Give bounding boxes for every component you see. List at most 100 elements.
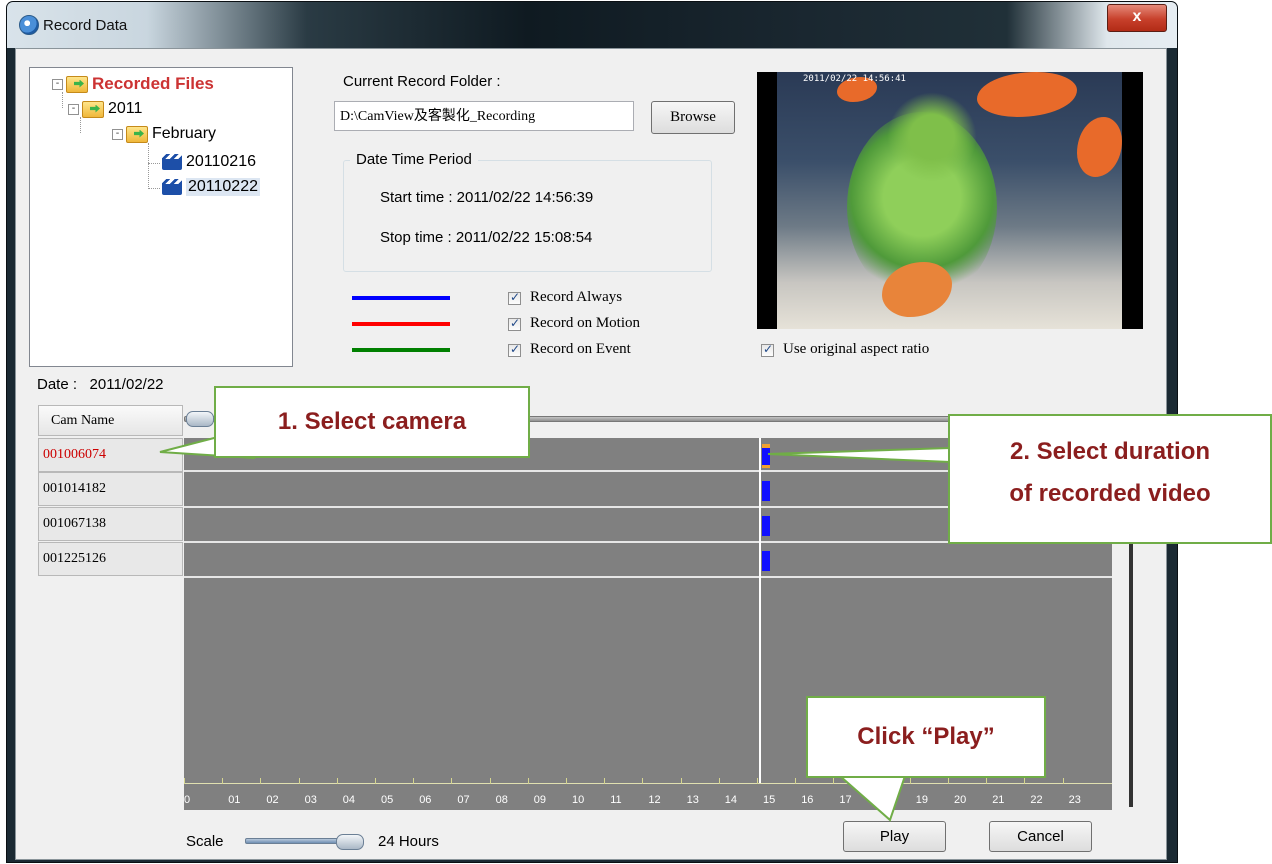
recording-segment[interactable] [762,551,770,571]
camera-row[interactable]: 001067138 [38,507,183,541]
record-always-label: Record Always [530,289,623,305]
camera-row[interactable]: 001006074 [38,438,183,472]
camera-row[interactable]: 001225126 [38,542,183,576]
plant-shape [887,92,977,182]
time-axis [184,783,1112,784]
axis-tick [1062,778,1064,784]
cam-name-header[interactable]: Cam Name [38,405,183,436]
axis-tick-label: 0 [184,794,191,806]
axis-tick-label: 12 [648,794,661,806]
record-always-checkbox[interactable] [508,290,521,305]
axis-tick-label: 15 [763,794,776,806]
camera-row[interactable]: 001014182 [38,472,183,506]
play-button[interactable]: Play [843,821,946,852]
axis-tick-label: 02 [266,794,279,806]
date-time-period-title: Date Time Period [350,151,478,168]
clapperboard-icon [162,154,182,170]
axis-tick [871,778,873,784]
record-on-motion-checkbox[interactable] [508,316,521,331]
scale-value: 24 Hours [378,833,439,850]
collapse-icon[interactable]: - [112,128,123,140]
axis-tick [909,778,911,784]
callout-select-camera: 1. Select camera [214,386,530,458]
axis-tick [566,778,567,784]
axis-tick [222,778,224,784]
fish-shape [977,72,1077,117]
preview-timestamp: 2011/02/22 14:56:41 [803,74,906,84]
axis-tick [1024,778,1026,784]
axis-tick-label: 17 [839,794,852,806]
axis-tick-label: 10 [572,794,585,806]
axis-tick-label: 07 [457,794,470,806]
axis-tick-label: 06 [419,794,432,806]
callout-duration-line1: 2. Select duration [1009,438,1211,465]
timeline-zoom-thumb[interactable] [186,411,214,427]
tree-label: Recorded Files [92,74,214,93]
time-cursor[interactable] [759,438,761,783]
axis-tick-label: 05 [381,794,394,806]
axis-tick [336,778,338,784]
legend-line-motion [352,322,450,326]
axis-tick [833,778,835,784]
axis-tick [260,778,262,784]
axis-tick-label: 19 [915,794,929,806]
axis-tick [642,778,644,784]
record-folder-field[interactable]: D:\CamView及客製化_Recording [334,101,634,131]
legend-line-always [352,296,450,300]
tree-item-day-selected[interactable]: 20110222 [162,178,260,196]
collapse-icon[interactable]: - [52,78,63,90]
collapse-icon[interactable]: - [68,103,79,115]
axis-tick-label: 14 [724,794,738,806]
cancel-button[interactable]: Cancel [989,821,1092,852]
recording-segment[interactable] [762,516,770,536]
tree-item-day[interactable]: 20110216 [162,153,256,171]
axis-tick-label: 16 [801,794,814,806]
tree-label: 2011 [108,100,143,117]
axis-tick-label: 22 [1030,794,1043,806]
scale-label: Scale [186,833,224,850]
recording-segment[interactable] [762,481,770,501]
record-folder-label: Current Record Folder : [343,73,501,90]
browse-button[interactable]: Browse [651,101,735,134]
axis-tick [757,778,758,784]
tree-item-year[interactable]: - 2011 [68,100,142,118]
close-button[interactable]: x [1107,4,1167,32]
clapperboard-icon [162,179,182,195]
date-display: Date : 2011/02/22 [37,376,164,393]
record-on-motion-label: Record on Motion [530,315,640,331]
window-title: Record Data [43,17,128,34]
original-aspect-checkbox[interactable] [761,342,774,357]
recording-segment[interactable] [762,444,770,468]
record-on-event-checkbox[interactable] [508,342,521,357]
axis-tick-label: 09 [533,794,547,806]
date-label: Date : [37,376,78,393]
start-time: Start time : 2011/02/22 14:56:39 [380,189,594,206]
axis-tick-label: 21 [992,794,1005,806]
tree-item-recorded-files[interactable]: - Recorded Files [52,74,214,94]
folder-icon [126,125,148,143]
axis-tick [986,778,988,784]
axis-tick [718,778,720,784]
axis-tick [948,778,949,784]
fish-shape [1077,117,1122,177]
scale-slider-thumb[interactable] [336,834,364,850]
original-aspect-label: Use original aspect ratio [783,341,930,357]
axis-tick-label: 13 [686,794,699,806]
date-value: 2011/02/22 [89,376,164,393]
axis-tick [489,778,491,784]
callout-duration-line2: of recorded video [1009,480,1211,507]
tree-item-month[interactable]: - February [112,125,216,143]
app-icon [19,15,39,35]
axis-tick-label: 18 [877,794,890,806]
axis-tick [413,778,415,784]
axis-tick [527,778,529,784]
preview-image: 2011/02/22 14:56:41 [777,72,1122,329]
axis-tick-label: 08 [495,794,508,806]
folder-icon [82,100,104,118]
axis-tick [375,778,376,784]
axis-tick-label: 01 [228,794,241,806]
axis-tick-label: 20 [954,794,967,806]
axis-tick-label: 04 [342,794,356,806]
callout-click-play: Click “Play” [806,696,1046,778]
row-separator [184,576,1112,578]
